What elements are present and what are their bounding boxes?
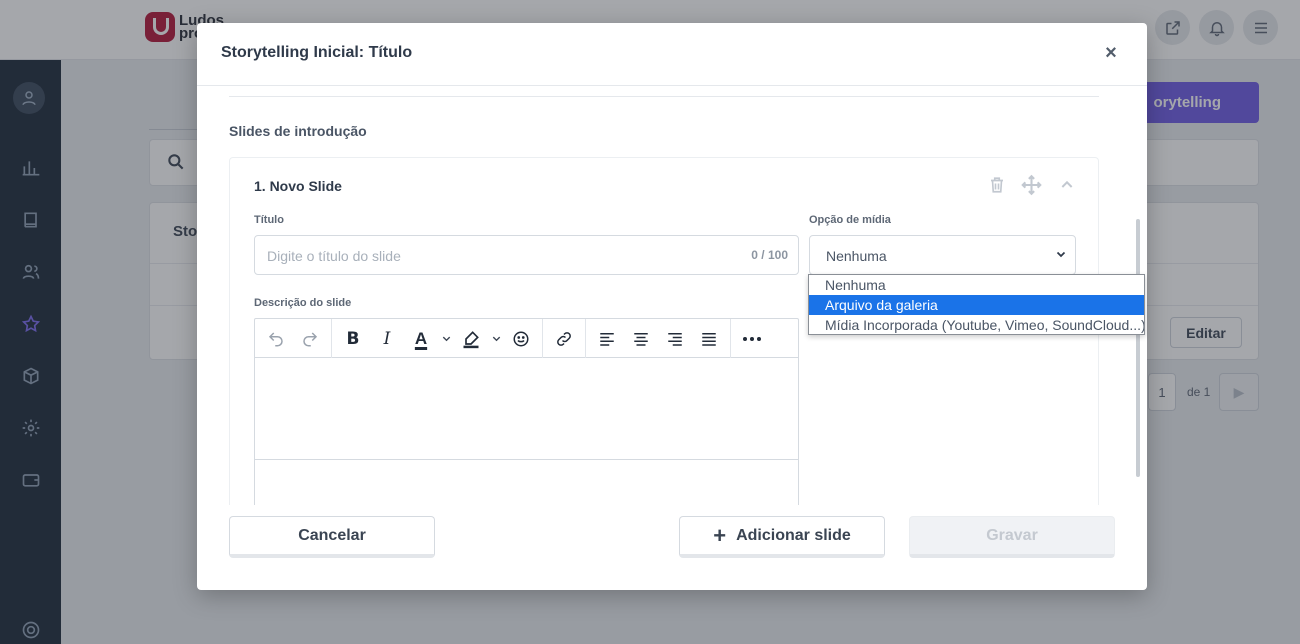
align-group xyxy=(586,319,731,358)
more-group xyxy=(731,319,773,358)
dropdown-option-embedded[interactable]: Mídia Incorporada (Youtube, Vimeo, Sound… xyxy=(809,315,1144,335)
dropdown-option-gallery[interactable]: Arquivo da galeria xyxy=(809,295,1144,315)
add-slide-label: Adicionar slide xyxy=(736,526,851,544)
undo-icon[interactable] xyxy=(259,324,293,354)
description-label: Descrição do slide xyxy=(254,297,352,309)
save-button[interactable]: Gravar xyxy=(909,516,1115,558)
align-justify-icon[interactable] xyxy=(692,324,726,354)
slide-title-input[interactable]: Digite o título do slide 0 / 100 xyxy=(254,235,799,275)
rich-text-editor[interactable]: B I A xyxy=(254,318,799,505)
modal-title: Storytelling Inicial: Título xyxy=(221,44,413,61)
more-icon[interactable] xyxy=(735,324,769,354)
italic-icon[interactable]: I xyxy=(370,324,404,354)
chevron-up-icon[interactable] xyxy=(1056,172,1077,198)
slide-name: 1. Novo Slide xyxy=(254,178,342,194)
bold-icon[interactable]: B xyxy=(336,324,370,354)
move-icon[interactable] xyxy=(1021,172,1042,198)
modal-header: Storytelling Inicial: Título × xyxy=(197,23,1147,86)
format-group: B I A xyxy=(332,319,543,358)
history-group xyxy=(255,319,332,358)
modal-scrollbar[interactable] xyxy=(1136,219,1140,477)
slide-actions xyxy=(986,172,1077,198)
plus-icon: + xyxy=(713,522,727,548)
media-option-label: Opção de mídia xyxy=(809,214,891,226)
char-counter: 0 / 100 xyxy=(751,248,788,262)
media-option-dropdown: Nenhuma Arquivo da galeria Mídia Incorpo… xyxy=(808,274,1145,335)
chevron-down-icon xyxy=(1055,248,1067,260)
add-slide-button[interactable]: + Adicionar slide xyxy=(679,516,885,558)
title-label: Título xyxy=(254,214,284,226)
align-center-icon[interactable] xyxy=(624,324,658,354)
divider xyxy=(229,96,1099,97)
chevron-down-icon[interactable] xyxy=(438,324,454,354)
modal-footer: Cancelar + Adicionar slide Gravar xyxy=(197,505,1147,590)
highlight-icon[interactable] xyxy=(454,324,488,354)
align-right-icon[interactable] xyxy=(658,324,692,354)
slide-title-placeholder: Digite o título do slide xyxy=(267,248,401,264)
redo-icon[interactable] xyxy=(293,324,327,354)
link-icon[interactable] xyxy=(547,324,581,354)
editor-toolbar: B I A xyxy=(255,319,798,358)
section-title: Slides de introdução xyxy=(229,123,367,139)
close-icon[interactable]: × xyxy=(1100,42,1122,64)
media-option-value: Nenhuma xyxy=(826,248,887,264)
chevron-down-icon[interactable] xyxy=(488,324,504,354)
link-group xyxy=(543,319,586,358)
trash-icon[interactable] xyxy=(986,172,1007,198)
media-option-select[interactable]: Nenhuma xyxy=(809,235,1076,275)
text-color-icon[interactable]: A xyxy=(404,324,438,354)
editor-divider xyxy=(255,459,798,460)
cancel-button[interactable]: Cancelar xyxy=(229,516,435,558)
emoji-icon[interactable] xyxy=(504,324,538,354)
dropdown-option-none[interactable]: Nenhuma xyxy=(809,275,1144,295)
align-left-icon[interactable] xyxy=(590,324,624,354)
